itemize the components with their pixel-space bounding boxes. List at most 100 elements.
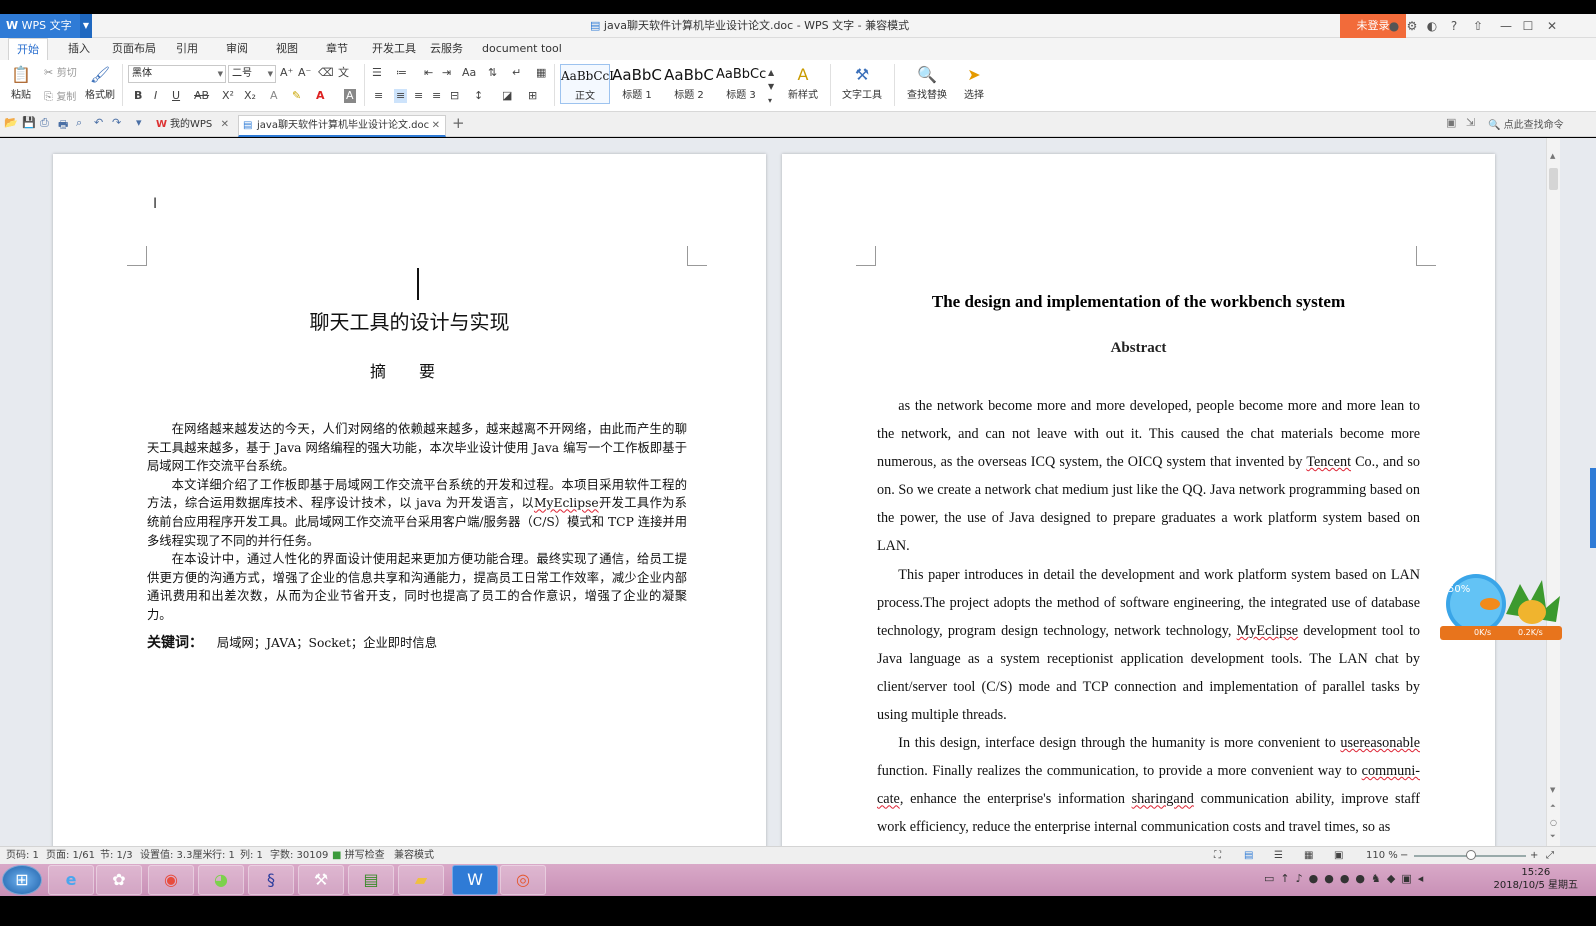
restore-ribbon-icon[interactable]: ⇧: [1468, 14, 1488, 38]
folder-icon[interactable]: ▰: [398, 865, 444, 895]
numbered-list-icon[interactable]: ≔: [396, 66, 407, 80]
zoom-out-icon[interactable]: −: [1400, 847, 1408, 864]
justify-icon[interactable]: ≡: [432, 89, 441, 103]
app-green-icon[interactable]: ◕: [198, 865, 244, 895]
style-normal[interactable]: AaBbCcI 正文: [560, 64, 614, 104]
tab-chapter[interactable]: 章节: [318, 38, 356, 60]
export-icon[interactable]: ⎙: [40, 116, 49, 130]
redo-icon[interactable]: ↷: [112, 116, 121, 129]
minimize-icon[interactable]: —: [1496, 14, 1516, 38]
line-spacing-icon[interactable]: ↕: [474, 89, 483, 103]
close-tab-icon[interactable]: ✕: [221, 115, 229, 135]
align-left-icon[interactable]: ≡: [374, 89, 383, 103]
bold-icon[interactable]: B: [134, 89, 142, 103]
tab-page-layout[interactable]: 页面布局: [104, 38, 164, 60]
distribute-icon[interactable]: ⊟: [450, 89, 459, 103]
maximize-icon[interactable]: ☐: [1518, 14, 1538, 38]
shading-icon[interactable]: ◪: [502, 89, 512, 103]
decrease-indent-icon[interactable]: ⇤: [424, 66, 433, 80]
outline-view-icon[interactable]: ☰: [1274, 847, 1283, 864]
table-grid-icon[interactable]: ▦: [536, 66, 546, 80]
clear-format-icon[interactable]: ⌫: [318, 66, 334, 80]
sort-icon[interactable]: ⇅: [488, 66, 497, 80]
tab-review[interactable]: 审阅: [218, 38, 256, 60]
feedback-icon[interactable]: ◐: [1422, 14, 1442, 38]
web-view-icon[interactable]: ▦: [1304, 847, 1313, 864]
show-marks-icon[interactable]: ↵: [512, 66, 521, 80]
strikethrough-icon[interactable]: AB: [194, 89, 209, 103]
bullet-list-icon[interactable]: ☰: [372, 66, 382, 80]
app-menu-button[interactable]: W WPS 文字 ▼: [0, 14, 92, 38]
subscript-icon[interactable]: X₂: [244, 89, 256, 103]
reading-view-icon[interactable]: ▣: [1334, 847, 1343, 864]
tray-icons[interactable]: ▭↑♪●●●●♞◆▣◂: [1264, 872, 1429, 885]
grow-font-icon[interactable]: A⁺: [280, 66, 293, 80]
command-search[interactable]: 🔍 点此查找命令: [1488, 116, 1564, 131]
highlight-icon[interactable]: ✎: [292, 89, 301, 103]
media-icon[interactable]: ✿: [96, 865, 142, 895]
zoom-slider-thumb[interactable]: [1466, 850, 1476, 860]
game-icon[interactable]: ◎: [500, 865, 546, 895]
find-replace-button[interactable]: 🔍 查找替换: [900, 64, 954, 101]
style-heading-1[interactable]: AaBbC 标题 1: [612, 64, 662, 104]
borders-icon[interactable]: ⊞: [528, 89, 537, 103]
align-center-icon[interactable]: ≡: [394, 89, 408, 103]
wps-taskbar-icon[interactable]: W: [452, 865, 498, 895]
open-icon[interactable]: 📂: [4, 116, 18, 129]
text-effect-icon[interactable]: A: [270, 89, 278, 103]
increase-indent-icon[interactable]: ⇥: [442, 66, 451, 80]
sync-icon[interactable]: ▣: [1446, 116, 1456, 129]
tab-references[interactable]: 引用: [168, 38, 206, 60]
tab-view[interactable]: 视图: [268, 38, 306, 60]
align-right-icon[interactable]: ≡: [414, 89, 423, 103]
font-name-select[interactable]: 黑体 ▼: [128, 65, 226, 83]
ie-icon[interactable]: e: [48, 865, 94, 895]
side-panel-handle[interactable]: [1590, 468, 1596, 548]
copy-button[interactable]: ⎘ 复制: [44, 90, 76, 105]
network-speed-widget[interactable]: 50% 0K/s 0.2K/s: [1438, 574, 1564, 642]
font-color-icon[interactable]: A: [316, 89, 325, 103]
scroll-thumb[interactable]: [1549, 168, 1558, 190]
underline-icon[interactable]: U: [172, 89, 180, 103]
styles-scroll-icon[interactable]: ▲ ▼ ▾: [768, 66, 774, 108]
new-tab-icon[interactable]: +: [452, 114, 465, 132]
tab-developer[interactable]: 开发工具: [364, 38, 424, 60]
select-button[interactable]: ➤ 选择: [958, 64, 990, 101]
style-heading-2[interactable]: AaBbC 标题 2: [664, 64, 714, 104]
zoom-in-icon[interactable]: +: [1530, 847, 1538, 864]
cut-button[interactable]: ✂ 剪切: [44, 66, 77, 81]
status-word-count[interactable]: 字数: 30109: [270, 847, 328, 864]
fit-page-icon[interactable]: ⤢: [1546, 847, 1554, 864]
page-1[interactable]: I 聊天工具的设计与实现 摘 要 在网络越来越发达的今天，人们对网络的依赖越来越…: [53, 154, 766, 846]
phonetic-icon[interactable]: 文: [338, 66, 349, 80]
chevron-down-icon[interactable]: ▼: [80, 14, 92, 38]
char-shading-icon[interactable]: A: [344, 89, 356, 103]
vertical-scrollbar[interactable]: ▲ ▼ ⏶ ○ ⏷: [1546, 138, 1560, 846]
text-tools-button[interactable]: ⚒ 文字工具: [836, 64, 888, 101]
tab-my-wps[interactable]: W 我的WPS ✕: [152, 115, 234, 137]
close-tab-icon[interactable]: ✕: [432, 116, 440, 136]
help-icon[interactable]: ?: [1444, 14, 1464, 38]
new-style-button[interactable]: A 新样式: [782, 64, 824, 101]
system-clock[interactable]: 15:26 2018/10/5 星期五: [1494, 866, 1578, 892]
zoom-slider[interactable]: [1414, 850, 1526, 860]
page-2[interactable]: The design and implementation of the wor…: [782, 154, 1495, 846]
print-preview-icon[interactable]: ⌕: [76, 116, 82, 130]
style-heading-3[interactable]: AaBbCc 标题 3: [716, 64, 766, 104]
superscript-icon[interactable]: X²: [222, 89, 234, 103]
italic-icon[interactable]: I: [154, 89, 157, 103]
print-icon[interactable]: 🖶: [58, 116, 68, 135]
customize-icon[interactable]: ▾: [136, 116, 142, 129]
undo-icon[interactable]: ↶: [94, 116, 103, 129]
close-icon[interactable]: ✕: [1542, 14, 1562, 38]
tab-start[interactable]: 开始: [8, 38, 48, 60]
share-icon[interactable]: ⇲: [1466, 116, 1475, 129]
chart-app-icon[interactable]: ▤: [348, 865, 394, 895]
tools-icon[interactable]: ⚒: [298, 865, 344, 895]
chrome-icon[interactable]: ◉: [148, 865, 194, 895]
tab-insert[interactable]: 插入: [60, 38, 98, 60]
scroll-up-icon[interactable]: ▲: [1550, 152, 1555, 160]
next-page-icon[interactable]: ⏷: [1550, 832, 1556, 841]
tab-document[interactable]: ▤ java聊天软件计算机毕业设计论文.doc ✕: [238, 115, 446, 137]
start-button[interactable]: ⊞: [2, 865, 42, 895]
